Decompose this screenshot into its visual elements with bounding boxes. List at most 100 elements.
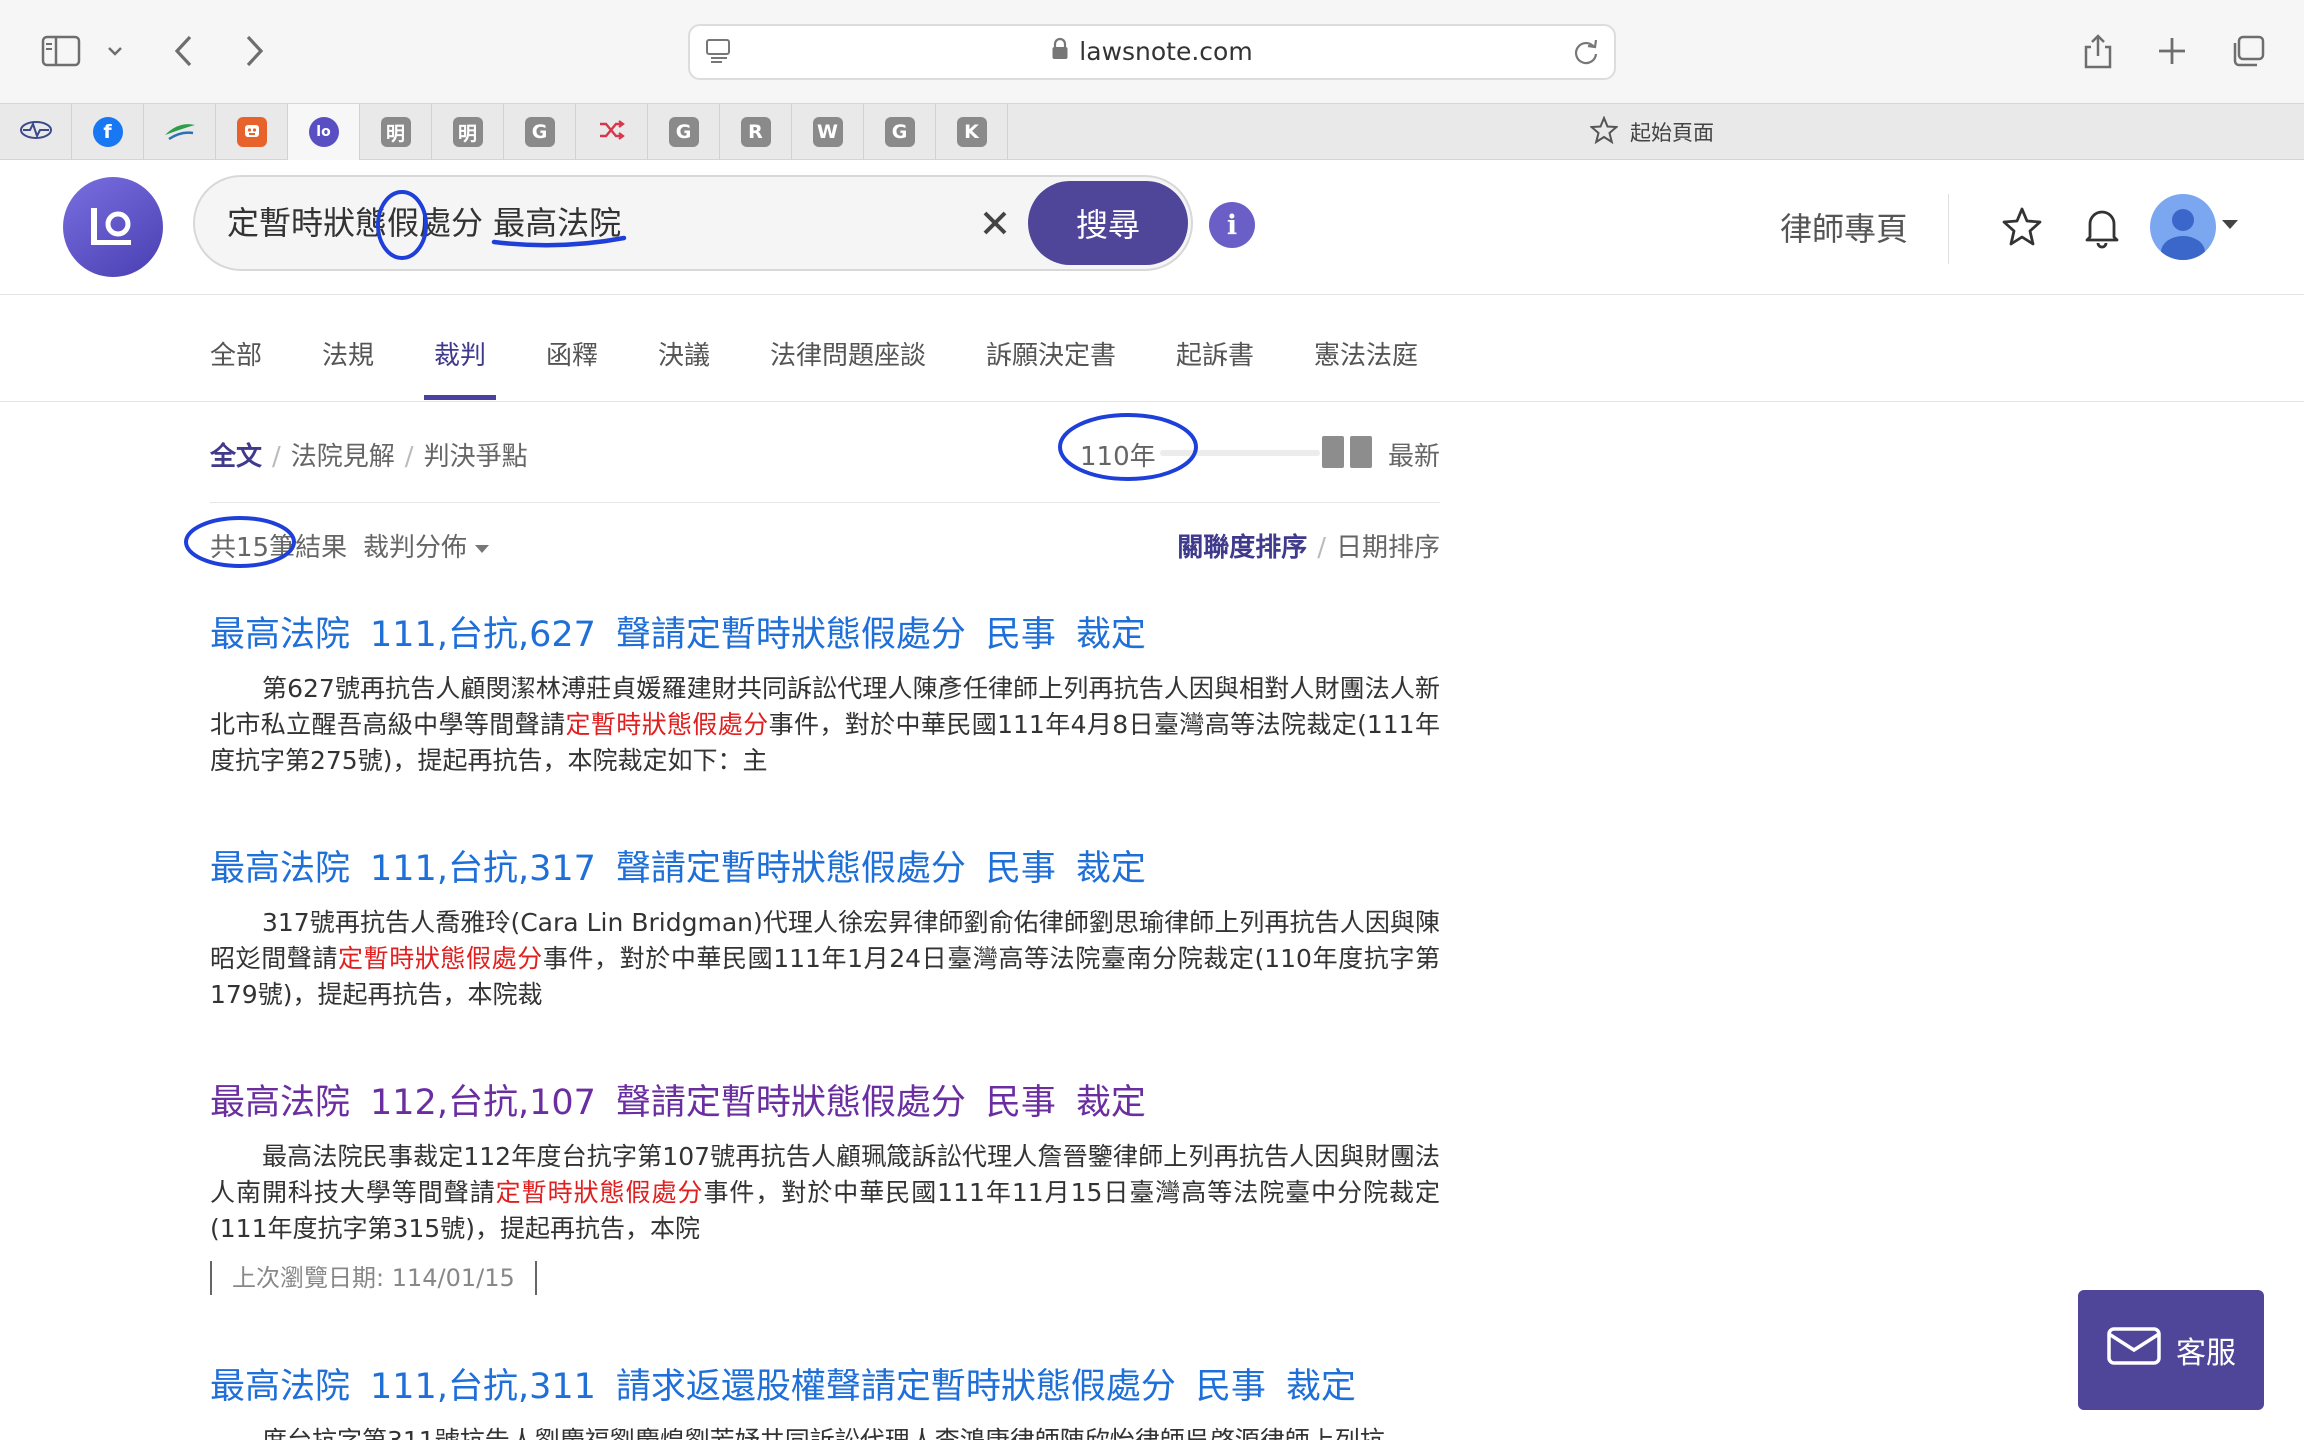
letter-icon: 明 xyxy=(380,117,411,147)
tab-regulations[interactable]: 法規 xyxy=(322,335,374,372)
latest-label: 最新 xyxy=(1388,442,1441,472)
year-range-label: 110年 xyxy=(1080,442,1156,472)
address-bar[interactable]: lawsnote.com xyxy=(688,24,1616,80)
result-title-link[interactable]: 最高法院 111,台抗,627 聲請定暫時狀態假處分 民事 裁定 xyxy=(210,613,1440,657)
category-tabs: 全部 法規 裁判 函釋 決議 法律問題座談 訴願決定書 起訴書 憲法法庭 xyxy=(0,295,2304,402)
result-item: 最高法院 111,台抗,627 聲請定暫時狀態假處分 民事 裁定 第627號再抗告人顧閔… xyxy=(210,613,1440,779)
search-button[interactable]: 搜尋 xyxy=(1028,181,1188,265)
browser-tab[interactable]: G xyxy=(864,104,936,160)
browser-tab[interactable] xyxy=(144,104,216,160)
tab-resolutions[interactable]: 決議 xyxy=(658,335,710,372)
sort-relevance[interactable]: 關聯度排序 xyxy=(1177,533,1307,563)
customer-service-button[interactable]: 客服 xyxy=(2078,1290,2264,1410)
lock-icon xyxy=(1051,27,1069,79)
last-viewed-date: 上次瀏覽日期: 114/01/15 xyxy=(210,1261,537,1295)
site-header: 定暫時狀態假處分 最高法院 搜尋 i 律師專頁 xyxy=(0,160,2304,295)
reload-icon[interactable] xyxy=(1572,38,1600,70)
browser-tab[interactable]: R xyxy=(720,104,792,160)
clear-search-icon[interactable] xyxy=(973,201,1017,245)
info-icon[interactable]: i xyxy=(1209,202,1255,248)
year-slider-handle-start[interactable] xyxy=(1322,436,1344,468)
browser-tab[interactable] xyxy=(216,104,288,160)
browser-tab-active[interactable]: lo xyxy=(288,104,360,160)
leaf-icon xyxy=(163,119,197,145)
lawyer-page-link[interactable]: 律師專頁 xyxy=(1780,204,1908,250)
result-item: 最高法院 112,台抗,107 聲請定暫時狀態假處分 民事 裁定 最高法院民事裁定112… xyxy=(210,1081,1440,1295)
caret-down-icon[interactable] xyxy=(2222,220,2238,229)
search-box[interactable]: 定暫時狀態假處分 最高法院 搜尋 xyxy=(193,175,1193,271)
lawsnote-icon: lo xyxy=(308,117,339,147)
judgment-distribution-dropdown[interactable]: 裁判分佈 xyxy=(363,527,490,564)
notification-bell-icon[interactable] xyxy=(2077,202,2127,252)
tab-petition-decisions[interactable]: 訴願決定書 xyxy=(986,335,1116,372)
result-item: 最高法院111,台抗,311請求返還股權聲請定暫時狀態假處分民事裁定 度台抗字第… xyxy=(210,1365,1440,1440)
browser-tab[interactable] xyxy=(576,104,648,160)
browser-tab[interactable]: G xyxy=(648,104,720,160)
sort-options: 關聯度排序 / 日期排序 xyxy=(1177,533,1440,563)
result-item: 最高法院 111,台抗,317 聲請定暫時狀態假處分 民事 裁定 317號再抗告人喬雅玲… xyxy=(210,847,1440,1013)
distribution-label: 裁判分佈 xyxy=(363,533,468,563)
tab-constitutional-court[interactable]: 憲法法庭 xyxy=(1314,335,1418,372)
start-page-tab[interactable]: 起始頁面 xyxy=(1588,104,1714,160)
customer-service-label: 客服 xyxy=(2176,1336,2236,1371)
lawsnote-logo[interactable] xyxy=(63,177,163,277)
browser-tab[interactable]: G xyxy=(504,104,576,160)
browser-tab[interactable]: W xyxy=(792,104,864,160)
scope-judgment-issues[interactable]: 判決爭點 xyxy=(424,442,528,472)
new-tab-icon[interactable] xyxy=(2152,22,2192,80)
letter-icon: G xyxy=(668,117,699,147)
tab-interpretations[interactable]: 函釋 xyxy=(546,335,598,372)
shuffle-icon xyxy=(598,119,626,145)
result-count: 共15筆結果 xyxy=(210,533,348,563)
back-icon[interactable] xyxy=(164,22,204,80)
letter-icon: K xyxy=(956,117,987,147)
result-snippet: 第627號再抗告人顧閔潔林溥莊貞媛羅建財共同訴訟代理人陳彥任律師上列再抗告人因與… xyxy=(210,674,1440,775)
letter-icon: 明 xyxy=(452,117,483,147)
search-input[interactable]: 定暫時狀態假處分 最高法院 xyxy=(227,177,621,269)
filter-divider xyxy=(210,502,1440,503)
facebook-icon: f xyxy=(92,117,123,147)
browser-toolbar: lawsnote.com xyxy=(0,0,2304,103)
keyword-highlight: 定暫時狀態假處分 xyxy=(338,944,543,973)
browser-tab[interactable]: f xyxy=(72,104,144,160)
result-snippet: 度台抗字第311號抗告人劉慶福劉慶煌劉芳妤共同訴訟代理人李鴻康律師陳欣怡律師吳啓… xyxy=(210,1423,1440,1440)
scope-filter: 全文 / 法院見解 / 判決爭點 xyxy=(210,442,528,472)
year-slider-handle-end[interactable] xyxy=(1350,436,1372,468)
forward-icon[interactable] xyxy=(234,22,274,80)
sidebar-toggle-icon[interactable] xyxy=(36,22,86,80)
active-tab-underline xyxy=(424,395,496,400)
letter-icon: G xyxy=(884,117,915,147)
result-title-link[interactable]: 最高法院 112,台抗,107 聲請定暫時狀態假處分 民事 裁定 xyxy=(210,1081,1440,1125)
tab-legal-symposium[interactable]: 法律問題座談 xyxy=(770,335,926,372)
tab-bar: f lo 明 明 G G R W G K 起始頁面 xyxy=(0,103,2304,160)
keyword-highlight: 定暫時狀態假處分 xyxy=(495,1178,704,1207)
tab-overview-icon[interactable] xyxy=(2226,22,2270,80)
letter-icon: W xyxy=(812,117,843,147)
scope-court-opinion[interactable]: 法院見解 xyxy=(291,442,395,472)
result-title-link[interactable]: 最高法院 111,台抗,311 請求返還股權聲請定暫時狀態假處分 民事 裁定 xyxy=(210,1365,1440,1409)
result-snippet: 317號再抗告人喬雅玲(Cara Lin Bridgman)代理人徐宏昇律師劉俞… xyxy=(210,908,1440,1009)
plug-icon xyxy=(236,117,267,147)
year-slider-track[interactable] xyxy=(1160,450,1320,456)
keyword-highlight: 定暫時狀態假處分 xyxy=(565,710,769,739)
chevron-down-icon[interactable] xyxy=(100,22,130,80)
caret-down-icon xyxy=(475,544,490,553)
browser-tab[interactable]: 明 xyxy=(432,104,504,160)
user-avatar[interactable] xyxy=(2150,194,2216,260)
url-text: lawsnote.com xyxy=(1079,37,1253,66)
star-icon xyxy=(1588,114,1620,149)
scope-fulltext[interactable]: 全文 xyxy=(210,442,262,472)
mail-icon xyxy=(2106,1326,2162,1374)
result-snippet: 最高法院民事裁定112年度台抗字第107號再抗告人顧珮箴訴訟代理人詹晉鑒律師上列… xyxy=(210,1142,1440,1243)
result-title-link[interactable]: 最高法院 111,台抗,317 聲請定暫時狀態假處分 民事 裁定 xyxy=(210,847,1440,891)
tab-indictments[interactable]: 起訴書 xyxy=(1176,335,1254,372)
browser-tab[interactable]: K xyxy=(936,104,1008,160)
share-icon[interactable] xyxy=(2078,22,2118,80)
browser-tab[interactable] xyxy=(0,104,72,160)
tab-all[interactable]: 全部 xyxy=(210,335,262,372)
sort-date[interactable]: 日期排序 xyxy=(1336,533,1440,563)
tab-judgments[interactable]: 裁判 xyxy=(434,335,486,372)
browser-tab[interactable]: 明 xyxy=(360,104,432,160)
favorite-star-icon[interactable] xyxy=(1997,202,2047,252)
letter-icon: R xyxy=(740,117,771,147)
